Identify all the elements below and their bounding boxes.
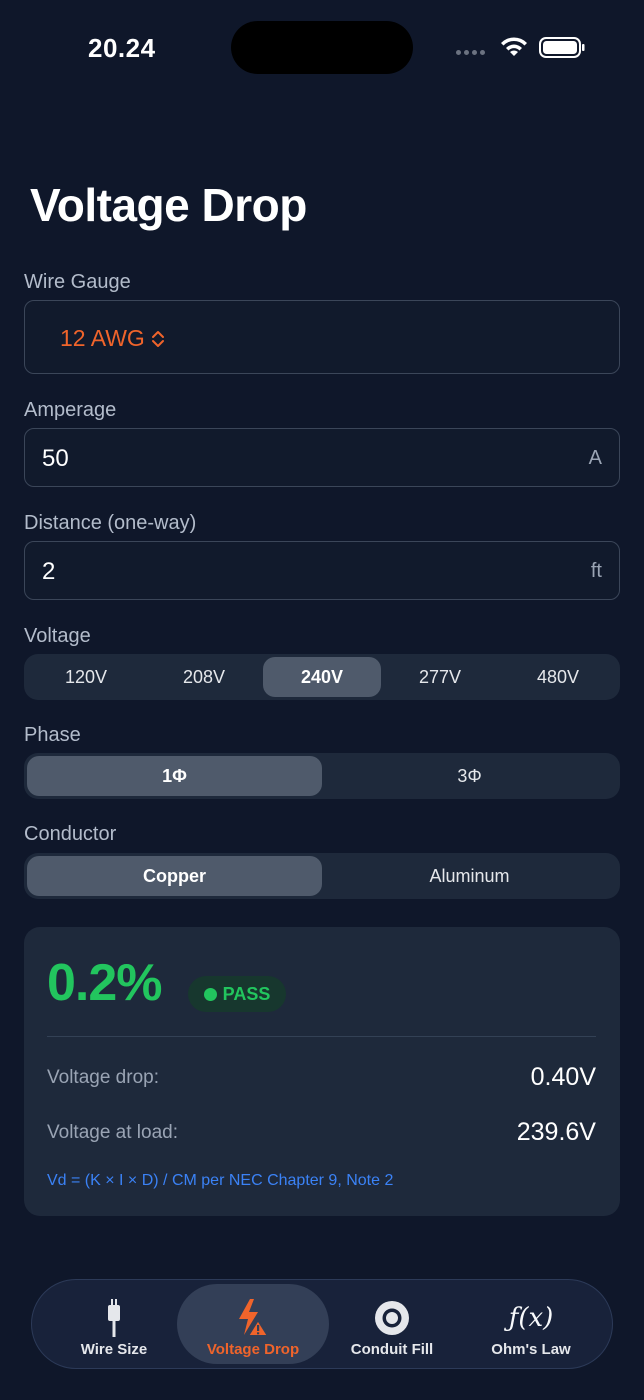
wire-gauge-picker[interactable]: 12 AWG bbox=[24, 300, 620, 374]
phase-option-single[interactable]: 1Φ bbox=[27, 756, 322, 796]
tab-wire-size[interactable]: Wire Size bbox=[38, 1284, 190, 1364]
result-card: 0.2% PASS Voltage drop: 0.40V Voltage at… bbox=[24, 927, 620, 1216]
page-title: Voltage Drop bbox=[30, 179, 307, 231]
conductor-option-aluminum[interactable]: Aluminum bbox=[322, 856, 617, 896]
tab-voltage-drop[interactable]: Voltage Drop bbox=[177, 1284, 329, 1364]
voltage-selector: 120V 208V 240V 277V 480V bbox=[24, 654, 620, 700]
cellular-signal-icon bbox=[456, 50, 485, 55]
voltage-drop-percent: 0.2% bbox=[47, 954, 163, 1012]
amperage-value: 50 bbox=[42, 445, 69, 472]
tab-conduit-fill[interactable]: Conduit Fill bbox=[316, 1284, 468, 1364]
conductor-option-copper[interactable]: Copper bbox=[27, 856, 322, 896]
result-divider bbox=[47, 1036, 596, 1037]
chevron-up-down-icon bbox=[151, 330, 164, 347]
phase-selector: 1Φ 3Φ bbox=[24, 753, 620, 799]
voltage-option-120v[interactable]: 120V bbox=[27, 657, 145, 697]
phase-label: Phase bbox=[24, 724, 81, 746]
distance-label: Distance (one-way) bbox=[24, 512, 197, 534]
status-time: 20.24 bbox=[88, 33, 156, 63]
voltage-drop-label: Voltage drop: bbox=[47, 1067, 159, 1088]
tab-ohms-law[interactable]: ƒ(x) Ohm's Law bbox=[455, 1284, 607, 1364]
status-badge: PASS bbox=[188, 976, 286, 1012]
status-badge-text: PASS bbox=[222, 983, 271, 1004]
dynamic-island bbox=[231, 21, 413, 74]
lightning-warning-icon bbox=[233, 1298, 273, 1338]
voltage-option-277v[interactable]: 277V bbox=[381, 657, 499, 697]
wire-gauge-text: 12 AWG bbox=[60, 325, 145, 351]
function-icon: ƒ(x) bbox=[508, 1298, 554, 1338]
wire-icon bbox=[94, 1298, 134, 1338]
voltage-label: Voltage bbox=[24, 625, 91, 647]
distance-value: 2 bbox=[42, 558, 56, 585]
amperage-unit: A bbox=[588, 447, 602, 469]
circle-target-icon bbox=[372, 1298, 412, 1338]
amperage-label: Amperage bbox=[24, 399, 117, 421]
status-dot-icon bbox=[203, 987, 217, 1001]
conductor-selector: Copper Aluminum bbox=[24, 853, 620, 899]
status-bar: 20.24 bbox=[0, 0, 644, 96]
phase-option-three[interactable]: 3Φ bbox=[322, 756, 617, 796]
wire-gauge-label: Wire Gauge bbox=[24, 271, 131, 293]
formula-note: Vd = (K × I × D) / CM per NEC Chapter 9,… bbox=[47, 1172, 394, 1189]
tab-voltage-drop-label: Voltage Drop bbox=[206, 1341, 300, 1358]
voltage-drop-value: 0.40V bbox=[530, 1063, 596, 1091]
tab-wire-size-label: Wire Size bbox=[80, 1341, 148, 1358]
wire-gauge-value: 12 AWG bbox=[60, 325, 165, 352]
conductor-label: Conductor bbox=[24, 823, 117, 845]
amperage-input[interactable]: 50 A bbox=[24, 428, 620, 487]
voltage-at-load-label: Voltage at load: bbox=[47, 1122, 178, 1143]
voltage-at-load-value: 239.6V bbox=[516, 1118, 596, 1146]
voltage-option-480v[interactable]: 480V bbox=[499, 657, 617, 697]
distance-unit: ft bbox=[590, 560, 602, 582]
voltage-option-208v[interactable]: 208V bbox=[145, 657, 263, 697]
tab-ohms-law-label: Ohm's Law bbox=[491, 1341, 571, 1358]
tab-bar: Wire Size Voltage Drop Conduit Fill ƒ(x)… bbox=[31, 1279, 613, 1369]
tab-conduit-fill-label: Conduit Fill bbox=[350, 1341, 434, 1358]
wifi-icon bbox=[501, 37, 527, 56]
voltage-option-240v[interactable]: 240V bbox=[263, 657, 381, 697]
battery-icon bbox=[539, 37, 585, 58]
function-glyph: ƒ(x) bbox=[508, 1303, 554, 1333]
distance-input[interactable]: 2 ft bbox=[24, 541, 620, 600]
